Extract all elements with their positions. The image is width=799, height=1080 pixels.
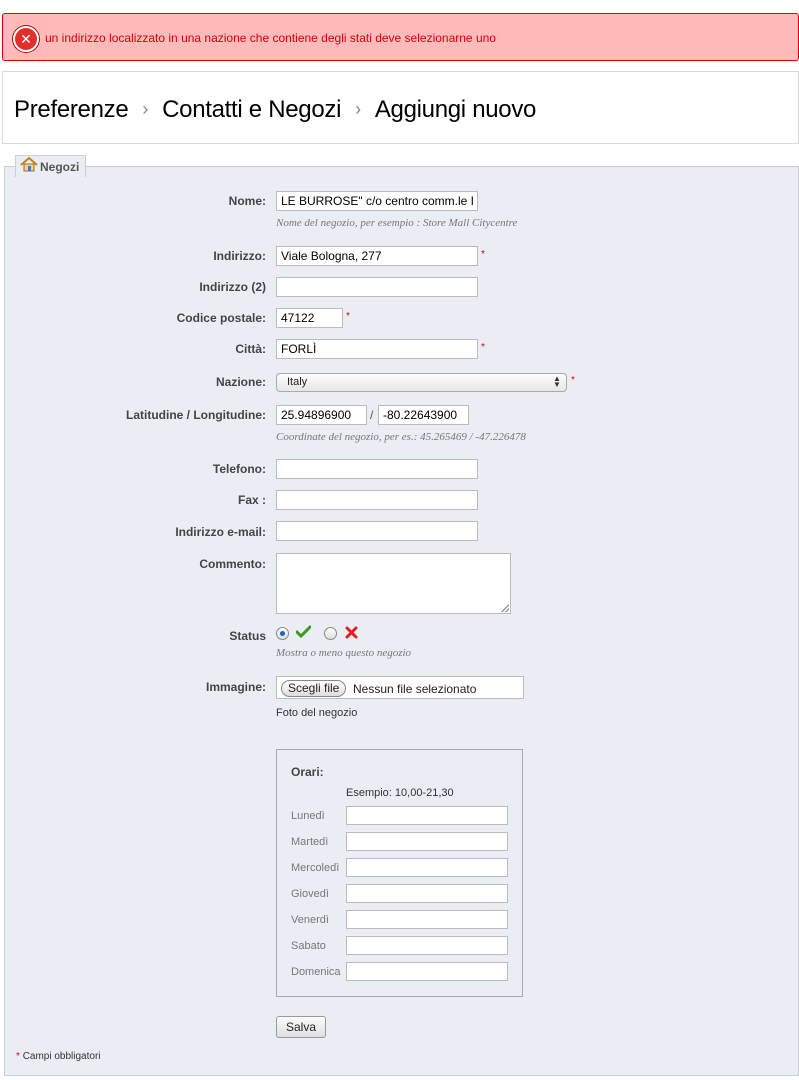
name-label: Nome: [228, 194, 266, 208]
country-selected-value: Italy [287, 376, 308, 388]
no-file-text: Nessun file selezionato [353, 682, 477, 696]
page-header: Preferenze › Contatti e Negozi › Aggiungi nu… [2, 71, 799, 144]
breadcrumb-item-contacts[interactable]: Contatti e Negozi [162, 96, 341, 123]
address-input[interactable]: Viale Bologna, 277 [276, 246, 478, 266]
postcode-input[interactable]: 47122 [276, 308, 343, 328]
required-fields-text: Campi obbligatori [22, 1051, 101, 1062]
day-label-tuesday: Martedì [291, 836, 329, 848]
name-hint: Nome del negozio, per esempio : Store Ma… [276, 217, 518, 229]
day-label-thursday: Giovedì [291, 888, 329, 900]
postcode-label: Codice postale: [176, 311, 266, 325]
hours-example: Esempio: 10,00-21,30 [346, 787, 454, 799]
latitude-input[interactable]: 25.94896900 [276, 405, 367, 425]
email-label: Indirizzo e-mail: [175, 525, 266, 539]
breadcrumb: Preferenze › Contatti e Negozi › Aggiungi nu… [14, 96, 536, 124]
phone-label: Telefono: [212, 462, 266, 476]
error-banner: ✕ un indirizzo localizzato in una nazion… [2, 13, 799, 61]
required-mark: * [346, 311, 350, 322]
hours-input-tuesday[interactable] [346, 832, 508, 851]
status-label: Status [229, 629, 266, 643]
latlng-label: Latitudine / Longitudine: [126, 408, 266, 422]
resize-handle-icon[interactable] [501, 604, 509, 612]
comment-textarea[interactable] [276, 553, 511, 614]
image-file-input[interactable]: Scegli file Nessun file selezionato [276, 676, 524, 699]
error-message: un indirizzo localizzato in una nazione … [45, 31, 496, 45]
country-label: Nazione: [215, 375, 266, 389]
hours-title: Orari: [291, 765, 324, 779]
hours-input-sunday[interactable] [346, 962, 508, 981]
city-input[interactable]: FORLÌ [276, 339, 478, 359]
hours-input-wednesday[interactable] [346, 858, 508, 877]
required-mark: * [481, 342, 485, 353]
email-input[interactable] [276, 521, 478, 541]
longitude-input[interactable]: -80.22643900 [378, 405, 469, 425]
image-label: Immagine: [205, 680, 266, 694]
fieldset-legend: Negozi [15, 155, 87, 179]
address2-label: Indirizzo (2) [199, 280, 266, 294]
day-label-wednesday: Mercoledì [291, 862, 340, 874]
phone-input[interactable] [276, 459, 478, 479]
required-star: * [16, 1051, 20, 1062]
error-icon: ✕ [13, 26, 39, 52]
city-label: Città: [235, 342, 266, 356]
home-icon [20, 156, 40, 179]
status-enabled-radio[interactable] [276, 627, 289, 640]
breadcrumb-item-add-new: Aggiungi nuovo [374, 96, 537, 123]
hours-input-thursday[interactable] [346, 884, 508, 903]
day-label-saturday: Sabato [291, 940, 326, 952]
day-label-monday: Lunedì [291, 810, 325, 822]
required-mark: * [571, 375, 575, 386]
fax-input[interactable] [276, 490, 478, 510]
hours-input-friday[interactable] [346, 910, 508, 929]
select-arrows-icon: ▲ ▼ [553, 374, 561, 389]
image-hint: Foto del negozio [276, 707, 358, 719]
cross-icon [345, 626, 358, 642]
required-mark: * [481, 249, 485, 260]
day-label-sunday: Domenica [291, 966, 341, 978]
status-disabled-radio[interactable] [324, 627, 337, 640]
breadcrumb-separator: › [355, 99, 361, 119]
breadcrumb-separator: › [142, 99, 149, 119]
choose-file-button[interactable]: Scegli file [281, 680, 347, 697]
day-label-friday: Venerdì [291, 914, 329, 926]
check-icon [295, 625, 312, 642]
country-select[interactable]: Italy ▲ ▼ [276, 373, 567, 392]
address-label: Indirizzo: [213, 249, 266, 263]
latlng-separator: / [370, 408, 374, 422]
address2-input[interactable] [276, 277, 478, 297]
latlng-hint: Coordinate del negozio, per es.: 45.2654… [276, 431, 526, 443]
legend-label: Negozi [40, 160, 80, 174]
status-hint: Mostra o meno questo negozio [276, 647, 412, 659]
comment-label: Commento: [199, 557, 266, 571]
save-button[interactable]: Salva [276, 1016, 326, 1038]
required-fields-note: * Campi obbligatori [16, 1051, 101, 1062]
name-input[interactable]: LE BURROSE" c/o centro comm.le I [276, 191, 478, 211]
hours-input-monday[interactable] [346, 806, 508, 825]
breadcrumb-item-preferences[interactable]: Preferenze [14, 96, 129, 123]
hours-input-saturday[interactable] [346, 936, 508, 955]
fax-label: Fax : [237, 493, 266, 507]
hours-box: Orari: Esempio: 10,00-21,30 Lunedì Marte… [276, 749, 523, 997]
